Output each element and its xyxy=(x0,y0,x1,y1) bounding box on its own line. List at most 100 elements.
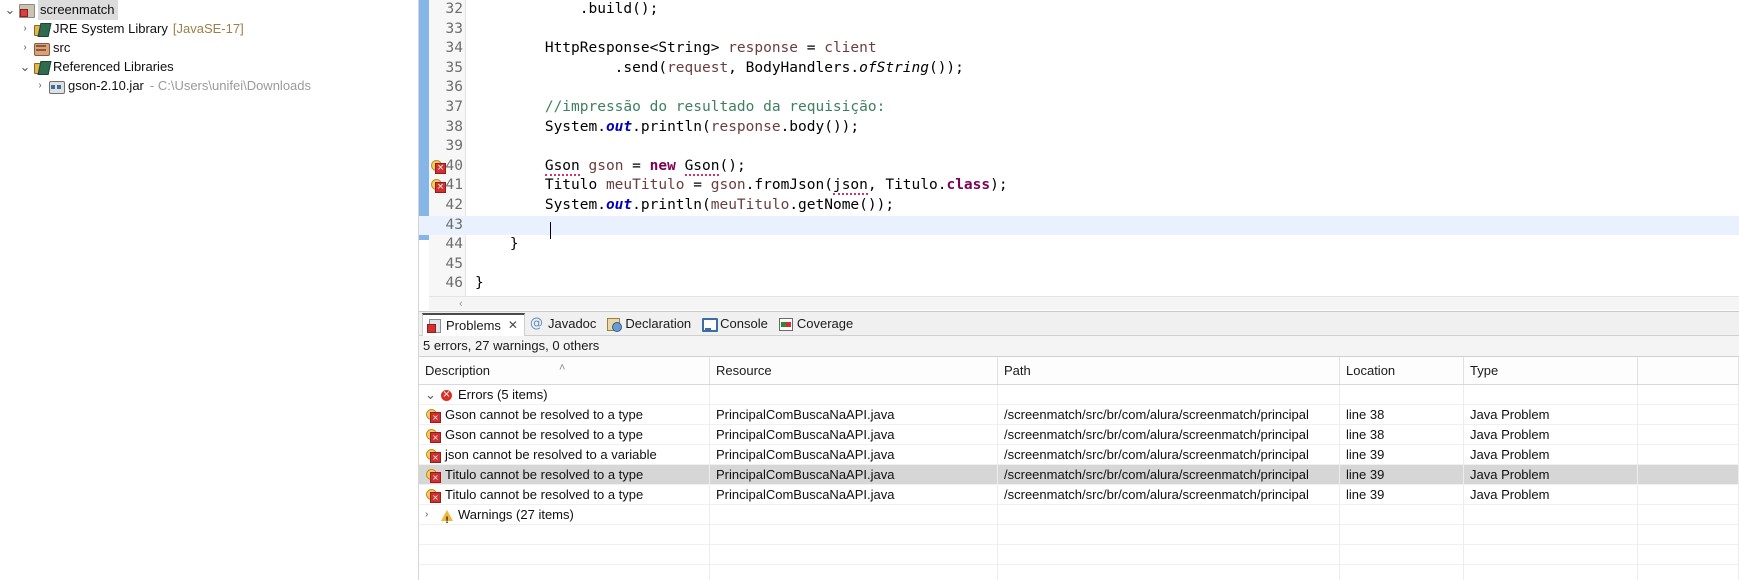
tab-console[interactable]: Console xyxy=(697,313,774,335)
tree-item-screenmatch[interactable]: ⌄ screenmatch xyxy=(0,0,418,20)
tab-coverage[interactable]: Coverage xyxy=(774,313,859,335)
problem-resource: PrincipalComBuscaNaAPI.java xyxy=(710,405,998,424)
code-text: .send(request, BodyHandlers.ofString()); xyxy=(475,59,964,76)
problem-location: line 39 xyxy=(1340,465,1464,484)
column-header-type[interactable]: Type xyxy=(1464,357,1638,384)
problem-location: line 38 xyxy=(1340,405,1464,424)
chevron-right-icon[interactable]: › xyxy=(425,505,439,524)
code-line-44[interactable]: 44 } xyxy=(419,235,1739,255)
table-row[interactable]: Titulo cannot be resolved to a type Princ… xyxy=(419,485,1739,505)
group-extra-cell xyxy=(1638,385,1739,404)
group-label-cell[interactable]: › Warnings (27 items) xyxy=(419,505,710,524)
column-header-location[interactable]: Location xyxy=(1340,357,1464,384)
source-folder-icon xyxy=(33,40,50,56)
code-line-40[interactable]: 40 Gson gson = new Gson(); xyxy=(419,157,1739,177)
group-type-cell xyxy=(1464,385,1638,404)
empty-cell xyxy=(1464,545,1638,564)
table-row[interactable]: Titulo cannot be resolved to a type Princ… xyxy=(419,465,1739,485)
line-number: 33 xyxy=(445,20,463,37)
empty-cell xyxy=(1638,565,1739,580)
line-number: 34 xyxy=(445,40,463,57)
line-number: 45 xyxy=(445,255,463,272)
problem-description: Titulo cannot be resolved to a type xyxy=(445,467,644,482)
tab-declaration[interactable]: Declaration xyxy=(602,313,697,335)
code-line-35[interactable]: 35 .send(request, BodyHandlers.ofString(… xyxy=(419,59,1739,79)
empty-cell xyxy=(998,565,1340,580)
problems-view-panel: Problems ✕ Javadoc Declaration Console Covera… xyxy=(419,311,1739,580)
tree-item-referenced-libraries[interactable]: ⌄ Referenced Libraries xyxy=(0,57,418,76)
tree-item-gson-2-10-jar[interactable]: › gson-2.10.jar - C:\Users\unifei\Download… xyxy=(0,76,418,95)
chevron-down-icon[interactable]: ⌄ xyxy=(425,388,439,401)
chevron-down-icon[interactable]: ⌄ xyxy=(17,60,33,73)
code-line-42[interactable]: 42 System.out.println(meuTitulo.getNome(… xyxy=(419,196,1739,216)
line-number: 41 xyxy=(445,177,463,194)
chevron-right-icon[interactable]: › xyxy=(32,76,48,95)
group-label-cell[interactable]: ⌄ Errors (5 items) xyxy=(419,385,710,404)
code-line-41[interactable]: 41 Titulo meuTitulo = gson.fromJson(json… xyxy=(419,176,1739,196)
line-number: 44 xyxy=(445,236,463,253)
code-line-36[interactable]: 36 xyxy=(419,78,1739,98)
package-explorer-tree[interactable]: ⌄ screenmatch › JRE System Library [JavaSE-1… xyxy=(0,0,419,580)
close-icon[interactable]: ✕ xyxy=(508,318,518,332)
editor-horizontal-scrollbar[interactable]: ‹ xyxy=(429,296,1739,310)
warning-group-icon xyxy=(439,508,455,524)
problem-type: Java Problem xyxy=(1464,485,1638,504)
problem-type: Java Problem xyxy=(1464,445,1638,464)
error-item-icon xyxy=(425,428,441,443)
scroll-left-arrow-icon[interactable]: ‹ xyxy=(459,298,463,310)
empty-cell xyxy=(419,525,710,544)
code-line-32[interactable]: 32 .build(); xyxy=(419,0,1739,20)
column-header-path[interactable]: Path xyxy=(998,357,1340,384)
problem-description-cell[interactable]: json cannot be resolved to a variable xyxy=(419,445,710,464)
problem-description-cell[interactable]: Gson cannot be resolved to a type xyxy=(419,405,710,424)
code-line-43[interactable]: 43 xyxy=(419,215,1739,236)
problem-description-cell[interactable]: Gson cannot be resolved to a type xyxy=(419,425,710,444)
problem-path: /screenmatch/src/br/com/alura/screenmatc… xyxy=(998,485,1340,504)
column-header-resource[interactable]: Resource xyxy=(710,357,998,384)
problems-table-body[interactable]: ⌄ Errors (5 items) Gson cannot be resolved… xyxy=(419,385,1739,580)
line-number: 43 xyxy=(445,216,463,233)
chevron-down-icon[interactable]: ⌄ xyxy=(2,3,18,16)
tree-item-src[interactable]: › src xyxy=(0,38,418,57)
problem-description-cell[interactable]: Titulo cannot be resolved to a type xyxy=(419,465,710,484)
group-extra-cell xyxy=(1638,505,1739,524)
problems-group-row[interactable]: ⌄ Errors (5 items) xyxy=(419,385,1739,405)
tree-item-jre-system-library[interactable]: › JRE System Library [JavaSE-17] xyxy=(0,19,418,38)
column-header-description[interactable]: Description ˄ xyxy=(419,357,710,384)
tab-javadoc[interactable]: Javadoc xyxy=(525,313,602,335)
code-line-34[interactable]: 34 HttpResponse<String> response = clien… xyxy=(419,39,1739,59)
empty-cell xyxy=(1638,545,1739,564)
code-text: } xyxy=(475,275,484,292)
code-line-33[interactable]: 33 xyxy=(419,20,1739,40)
chevron-right-icon[interactable]: › xyxy=(17,38,33,57)
problem-description: Titulo cannot be resolved to a type xyxy=(445,487,644,502)
column-header-extra[interactable] xyxy=(1638,357,1739,384)
code-line-39[interactable]: 39 xyxy=(419,137,1739,157)
code-line-38[interactable]: 38 System.out.println(response.body()); xyxy=(419,118,1739,138)
line-number: 37 xyxy=(445,98,463,115)
code-line-37[interactable]: 37 //impressão do resultado da requisiçã… xyxy=(419,98,1739,118)
code-line-45[interactable]: 45 xyxy=(419,255,1739,275)
problem-path: /screenmatch/src/br/com/alura/screenmatc… xyxy=(998,405,1340,424)
problems-table[interactable]: Description˄ResourcePathLocationType ⌄ Er… xyxy=(419,357,1739,580)
line-number: 46 xyxy=(445,275,463,292)
table-row[interactable]: Gson cannot be resolved to a type Princip… xyxy=(419,405,1739,425)
problem-description-cell[interactable]: Titulo cannot be resolved to a type xyxy=(419,485,710,504)
project-icon xyxy=(18,2,35,18)
chevron-right-icon[interactable]: › xyxy=(17,19,33,38)
empty-cell xyxy=(1464,525,1638,544)
panel-tab-bar: Problems ✕ Javadoc Declaration Console Covera… xyxy=(419,312,1739,336)
problem-path: /screenmatch/src/br/com/alura/screenmatc… xyxy=(998,425,1340,444)
table-row[interactable]: Gson cannot be resolved to a type Princip… xyxy=(419,425,1739,445)
code-editor[interactable]: 32 .build(); 33 34 HttpResponse<String> re… xyxy=(419,0,1739,310)
problem-description: json cannot be resolved to a variable xyxy=(445,447,657,462)
tab-label: Coverage xyxy=(796,316,854,331)
table-row-empty xyxy=(419,545,1739,565)
code-line-46[interactable]: 46} xyxy=(419,274,1739,294)
problem-extra xyxy=(1638,465,1739,484)
declaration-icon xyxy=(606,317,623,332)
tab-problems[interactable]: Problems ✕ xyxy=(422,312,525,336)
table-row[interactable]: json cannot be resolved to a variable Pri… xyxy=(419,445,1739,465)
code-text: HttpResponse<String> response = client xyxy=(475,40,877,57)
problems-group-row[interactable]: › Warnings (27 items) xyxy=(419,505,1739,525)
